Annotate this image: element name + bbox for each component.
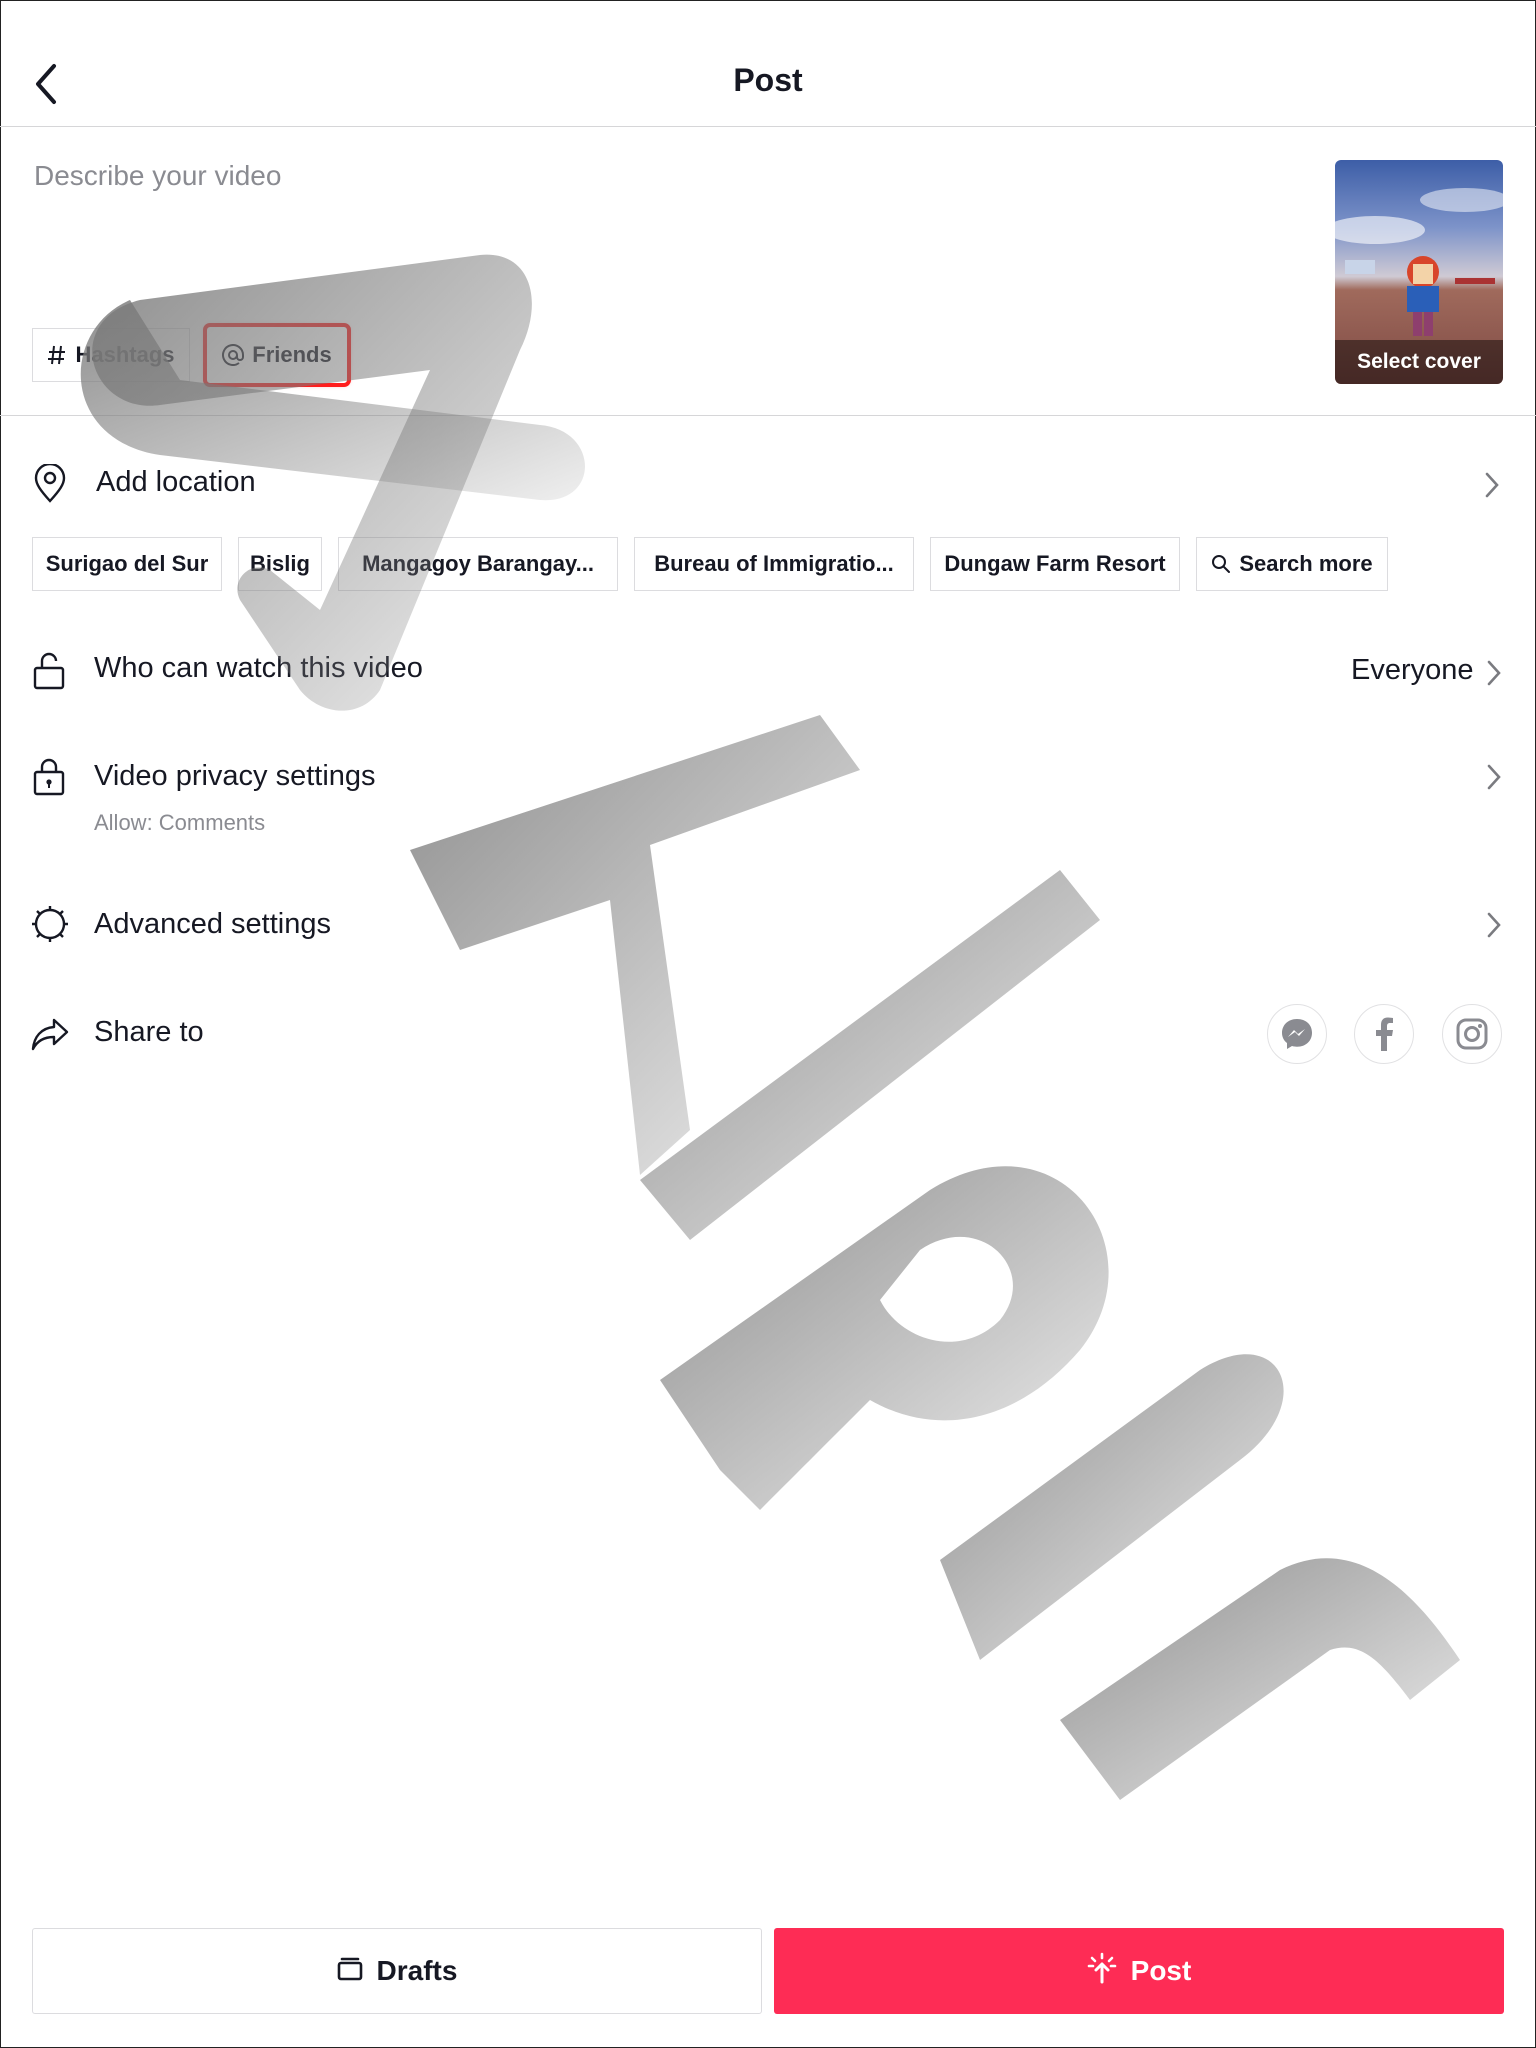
select-cover-button[interactable]: Select cover bbox=[1335, 160, 1503, 384]
friends-button[interactable]: Friends bbox=[203, 323, 351, 387]
hash-icon bbox=[47, 344, 67, 366]
share-to-label: Share to bbox=[94, 1016, 204, 1048]
search-more-label: Search more bbox=[1239, 551, 1373, 576]
who-can-watch-label[interactable]: Who can watch this video bbox=[94, 652, 423, 685]
video-privacy-sub: Allow: Comments bbox=[94, 810, 266, 835]
friends-label: Friends bbox=[252, 342, 332, 367]
messenger-icon[interactable] bbox=[1267, 1004, 1327, 1064]
location-pin-icon bbox=[32, 462, 68, 509]
header-divider bbox=[0, 126, 1536, 127]
search-more-button[interactable]: Search more bbox=[1196, 537, 1388, 591]
video-privacy-chevron-icon[interactable] bbox=[1484, 762, 1504, 792]
drafts-label: Drafts bbox=[376, 1955, 458, 1986]
search-icon bbox=[1211, 554, 1231, 574]
location-chip-0[interactable]: Surigao del Sur bbox=[32, 537, 222, 591]
description-divider bbox=[0, 415, 1536, 416]
unlock-icon bbox=[32, 650, 66, 695]
share-arrow-icon bbox=[30, 1016, 70, 1057]
facebook-icon[interactable] bbox=[1354, 1004, 1414, 1064]
post-button[interactable]: Post bbox=[774, 1928, 1504, 2014]
instagram-icon[interactable] bbox=[1442, 1004, 1502, 1064]
drafts-icon bbox=[337, 1955, 363, 1988]
location-chip-4[interactable]: Dungaw Farm Resort bbox=[930, 537, 1180, 591]
who-can-watch-value[interactable]: Everyone bbox=[1351, 654, 1474, 687]
location-chip-label: Bislig bbox=[250, 551, 310, 576]
location-chip-1[interactable]: Bislig bbox=[238, 537, 322, 591]
at-icon bbox=[222, 344, 245, 366]
location-chip-label: Mangagoy Barangay... bbox=[362, 551, 594, 576]
page-title: Post bbox=[733, 62, 803, 98]
advanced-settings-chevron-icon[interactable] bbox=[1484, 910, 1504, 940]
location-chip-2[interactable]: Mangagoy Barangay... bbox=[338, 537, 618, 591]
location-chip-label: Surigao del Sur bbox=[45, 551, 209, 576]
post-sparkle-icon bbox=[1087, 1952, 1117, 1991]
post-label: Post bbox=[1130, 1955, 1192, 1986]
video-privacy-label[interactable]: Video privacy settings bbox=[94, 760, 376, 793]
location-chip-3[interactable]: Bureau of Immigratio... bbox=[634, 537, 914, 591]
hashtags-label: Hashtags bbox=[75, 342, 175, 367]
who-can-watch-chevron-icon[interactable] bbox=[1484, 658, 1504, 688]
description-input[interactable]: Describe your video bbox=[34, 160, 281, 192]
gear-icon bbox=[30, 904, 70, 949]
hashtags-button[interactable]: Hashtags bbox=[32, 328, 190, 382]
add-location-chevron-icon[interactable] bbox=[1482, 470, 1502, 500]
location-chip-label: Dungaw Farm Resort bbox=[944, 551, 1166, 576]
advanced-settings-label[interactable]: Advanced settings bbox=[94, 908, 331, 941]
add-location-label[interactable]: Add location bbox=[96, 466, 256, 499]
lock-icon bbox=[32, 756, 66, 801]
location-chip-label: Bureau of Immigratio... bbox=[654, 551, 894, 576]
select-cover-label: Select cover bbox=[1335, 340, 1503, 384]
drafts-button[interactable]: Drafts bbox=[32, 1928, 762, 2014]
